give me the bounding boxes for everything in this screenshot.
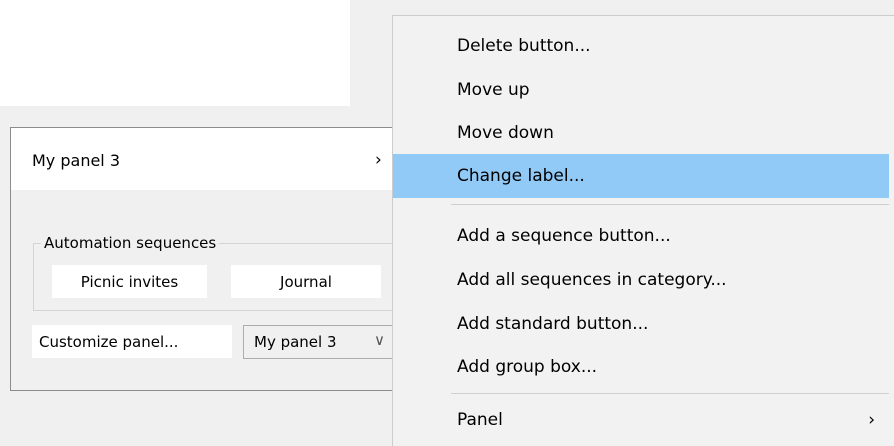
menu-item-label: Add all sequences in category... [457, 270, 727, 290]
menu-item-label: Move up [457, 80, 530, 100]
menu-item-change-label[interactable]: Change label... [393, 154, 889, 198]
chevron-right-icon[interactable]: › [375, 150, 382, 170]
panel-header[interactable]: My panel 3 › [11, 128, 407, 190]
menu-item-label: Add a sequence button... [457, 226, 671, 246]
menu-item-label: Add group box... [457, 357, 598, 377]
menu-item-move-up[interactable]: Move up [393, 68, 889, 112]
menu-item-label: Panel [457, 410, 503, 430]
panel-title: My panel 3 [32, 151, 121, 170]
menu-item-move-down[interactable]: Move down [393, 111, 889, 155]
background-area [0, 0, 350, 106]
menu-separator [451, 204, 889, 205]
panel-selector[interactable]: My panel 3 ∨ [243, 325, 403, 359]
menu-item-panel[interactable]: Panel › [393, 398, 889, 442]
picnic-invites-button[interactable]: Picnic invites [52, 265, 207, 298]
menu-item-label: Change label... [457, 166, 585, 186]
menu-item-add-standard-button[interactable]: Add standard button... [393, 302, 889, 346]
customize-panel-button[interactable]: Customize panel... [32, 325, 232, 358]
menu-item-add-sequence-button[interactable]: Add a sequence button... [393, 214, 889, 258]
menu-item-label: Move down [457, 123, 554, 143]
panel-window: My panel 3 › Automation sequences Picnic… [10, 127, 408, 391]
menu-separator [451, 393, 889, 394]
chevron-down-icon: ∨ [374, 331, 385, 349]
context-menu: Delete button... Move up Move down Chang… [392, 15, 894, 446]
menu-item-label: Add standard button... [457, 314, 649, 334]
menu-item-label: Delete button... [457, 36, 591, 56]
menu-item-add-group-box[interactable]: Add group box... [393, 345, 889, 389]
panel-selector-value: My panel 3 [254, 333, 337, 351]
chevron-right-icon: › [868, 410, 875, 430]
journal-button[interactable]: Journal [231, 265, 381, 298]
menu-item-delete-button[interactable]: Delete button... [393, 24, 889, 68]
menu-item-add-all-sequences[interactable]: Add all sequences in category... [393, 258, 889, 302]
group-label: Automation sequences [41, 234, 220, 252]
